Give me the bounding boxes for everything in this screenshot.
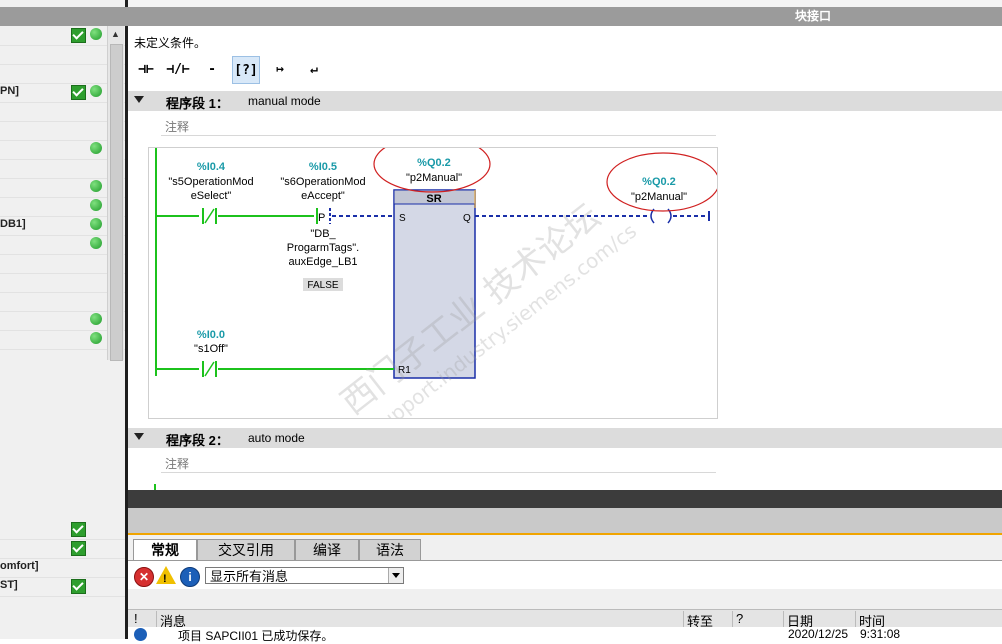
col-message[interactable]: 消息 [156, 611, 186, 629]
inspector-tabbar [128, 508, 1002, 535]
tree-item-label: PN] [0, 85, 19, 97]
message-text: 项目 SAPCII01 已成功保存。 [178, 629, 334, 643]
tree-item-row[interactable] [0, 520, 125, 540]
tab-cross-reference[interactable]: 交叉引用 [197, 539, 295, 561]
edge-tag-line-2: ProgarmTags". [287, 242, 359, 254]
tab-general[interactable]: 常规 [133, 539, 197, 562]
scrollbar-thumb[interactable] [110, 44, 123, 361]
network-1-title[interactable]: manual mode [248, 94, 321, 108]
compiled-check-icon [71, 579, 86, 594]
network-1-label: 程序段 1： [166, 96, 229, 111]
tree-item-row[interactable]: ST] [0, 577, 125, 597]
network-1-comment[interactable]: 注释 [161, 115, 716, 136]
inspector-panel: 常规 交叉引用 编译 语法 ✕ ! i 显示所有消息 ! 消息 转至 ? 日期 … [128, 490, 1002, 643]
contact-s1off-nc[interactable] [202, 361, 217, 377]
error-filter-icon[interactable]: ✕ [134, 567, 154, 587]
contact-s5-name-1: "s5OperationMod [168, 176, 253, 188]
network-2-header[interactable]: 程序段 2： auto mode [128, 428, 1002, 448]
online-status-icon [90, 142, 102, 154]
editor-header-band: 块接口 [0, 7, 1002, 26]
compiled-check-icon [71, 28, 86, 43]
sr-pin-s: S [399, 213, 406, 224]
online-status-icon [90, 313, 102, 325]
edge-tag-line-3: auxEdge_LB1 [288, 256, 357, 268]
network-2-title[interactable]: auto mode [248, 431, 305, 445]
collapse-triangle-icon[interactable] [134, 433, 144, 440]
col-goto[interactable]: 转至 [683, 611, 713, 629]
tab-syntax[interactable]: 语法 [359, 539, 421, 561]
edge-tag-value: FALSE [307, 280, 338, 291]
warning-filter-icon[interactable]: ! [156, 566, 176, 585]
collapse-triangle-icon[interactable] [134, 96, 144, 103]
col-time[interactable]: 时间 [855, 611, 885, 629]
edge-tag-line-1: "DB_ [310, 228, 336, 240]
undefined-condition-text: 未定义条件。 [134, 36, 207, 50]
contact-s5-name-2: eSelect" [191, 190, 232, 202]
tree-item-row[interactable] [0, 539, 125, 559]
network-1-ladder: P SR S Q R1 %I0.4 "s5OperationMod eSelec… [148, 147, 718, 419]
ladder-editor: 未定义条件。 ⊣⊢ ⊣/⊢ -()- [?] ↦ ↵ 程序段 1： manual… [128, 26, 1002, 490]
col-help[interactable]: ? [732, 611, 743, 627]
message-toolbar: ✕ ! i 显示所有消息 [128, 560, 1002, 589]
normally-open-contact-icon[interactable]: ⊣⊢ [132, 56, 160, 84]
contact-s1-name: "s1Off" [194, 343, 228, 355]
coil-tag-name: "p2Manual" [631, 191, 687, 203]
online-status-icon [90, 85, 102, 97]
coil-icon[interactable]: -()- [198, 56, 226, 105]
open-branch-icon[interactable]: ↦ [266, 56, 294, 84]
compiled-check-icon [71, 85, 86, 100]
scroll-up-icon[interactable]: ▲ [110, 28, 121, 40]
contact-s1-address: %I0.0 [197, 329, 225, 341]
network-2-comment[interactable]: 注释 [161, 452, 716, 473]
online-status-icon [90, 218, 102, 230]
online-status-icon [90, 199, 102, 211]
inspector-titlebar [128, 490, 1002, 508]
comment-label: 注释 [165, 457, 190, 471]
contact-s5-address: %I0.4 [197, 161, 226, 173]
network-2-label: 程序段 2： [166, 433, 229, 448]
watermark: 西门子工业 技术论坛 support.industry.siemens.com/… [334, 196, 641, 418]
contact-s6-name-2: eAccept" [301, 190, 345, 202]
info-check-icon [134, 628, 147, 641]
filter-value: 显示所有消息 [210, 569, 289, 584]
tree-item-label: DB1] [0, 218, 26, 230]
coil-address: %Q0.2 [642, 176, 676, 188]
compiled-check-icon [71, 522, 86, 537]
info-filter-icon[interactable]: i [180, 567, 200, 587]
close-branch-icon[interactable]: ↵ [300, 56, 328, 84]
col-severity[interactable]: ! [134, 611, 138, 627]
sr-address: %Q0.2 [417, 157, 451, 169]
normally-closed-contact-icon[interactable]: ⊣/⊢ [164, 56, 192, 84]
online-status-icon [90, 332, 102, 344]
sr-title: SR [426, 193, 441, 205]
online-status-icon [90, 180, 102, 192]
online-status-icon [90, 28, 102, 40]
network-1-header[interactable]: 程序段 1： manual mode [128, 91, 1002, 111]
edge-p-label: P [318, 212, 325, 224]
message-filter-select[interactable]: 显示所有消息 [205, 567, 404, 584]
col-date[interactable]: 日期 [783, 611, 813, 629]
compiled-check-icon [71, 541, 86, 556]
tab-compile[interactable]: 编译 [295, 539, 359, 561]
tree-item-label: ST] [0, 579, 18, 591]
empty-box-icon[interactable]: [?] [232, 56, 260, 84]
message-table-header: ! 消息 转至 ? 日期 时间 [128, 609, 1002, 629]
block-interface-label[interactable]: 块接口 [795, 7, 831, 24]
contact-s6-name-1: "s6OperationMod [280, 176, 365, 188]
annotation-ellipse-sr [373, 148, 491, 193]
comment-label: 注释 [165, 120, 190, 134]
sr-pin-q: Q [463, 213, 471, 224]
contact-s5-nc[interactable] [202, 208, 217, 224]
online-status-icon [90, 237, 102, 249]
tree-item-label: omfort] [0, 560, 39, 572]
contact-s6-address: %I0.5 [309, 161, 337, 173]
sr-tag-name: "p2Manual" [406, 172, 462, 184]
tree-item-row[interactable]: omfort] [0, 558, 125, 578]
project-tree-scrollbar[interactable]: ▲ [107, 26, 124, 361]
chevron-down-icon[interactable] [388, 568, 403, 583]
